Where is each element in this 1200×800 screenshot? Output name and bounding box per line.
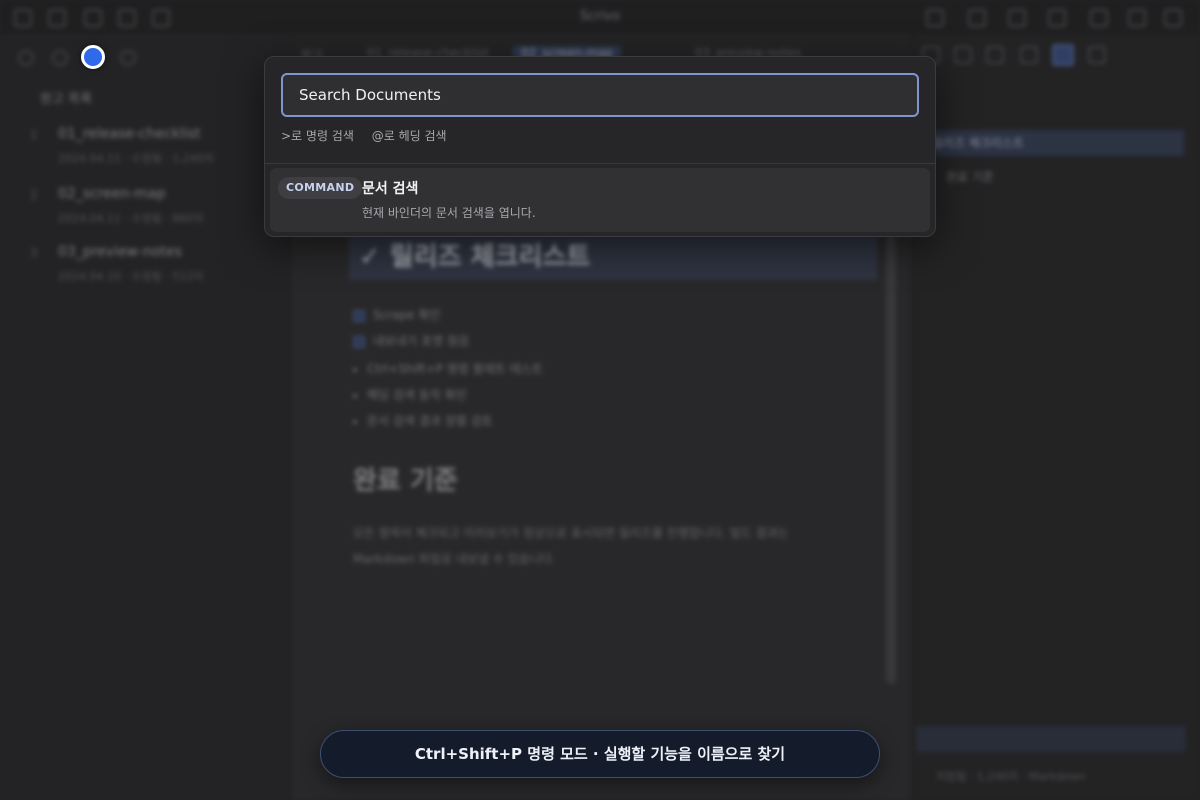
search-input[interactable] [281,73,919,117]
palette-divider [265,163,935,164]
shortcut-tip: Ctrl+Shift+P 명령 모드 · 실행할 기능을 이름으로 찾기 [320,730,880,778]
result-title: 문서 검색 [362,181,419,197]
heading-mode-hint: @로 헤딩 검색 [371,129,447,143]
search-result-item[interactable]: COMMAND 문서 검색 현재 바인더의 문서 검색을 엽니다. [270,168,930,232]
search-hints: >로 명령 검색 @로 헤딩 검색 [281,127,461,144]
command-palette: >로 명령 검색 @로 헤딩 검색 COMMAND 문서 검색 현재 바인더의 … [264,56,936,237]
command-mode-hint: >로 명령 검색 [281,129,354,143]
cursor-focus-marker [81,45,105,69]
command-badge: COMMAND [278,177,363,199]
result-description: 현재 바인더의 문서 검색을 엽니다. [362,206,536,220]
